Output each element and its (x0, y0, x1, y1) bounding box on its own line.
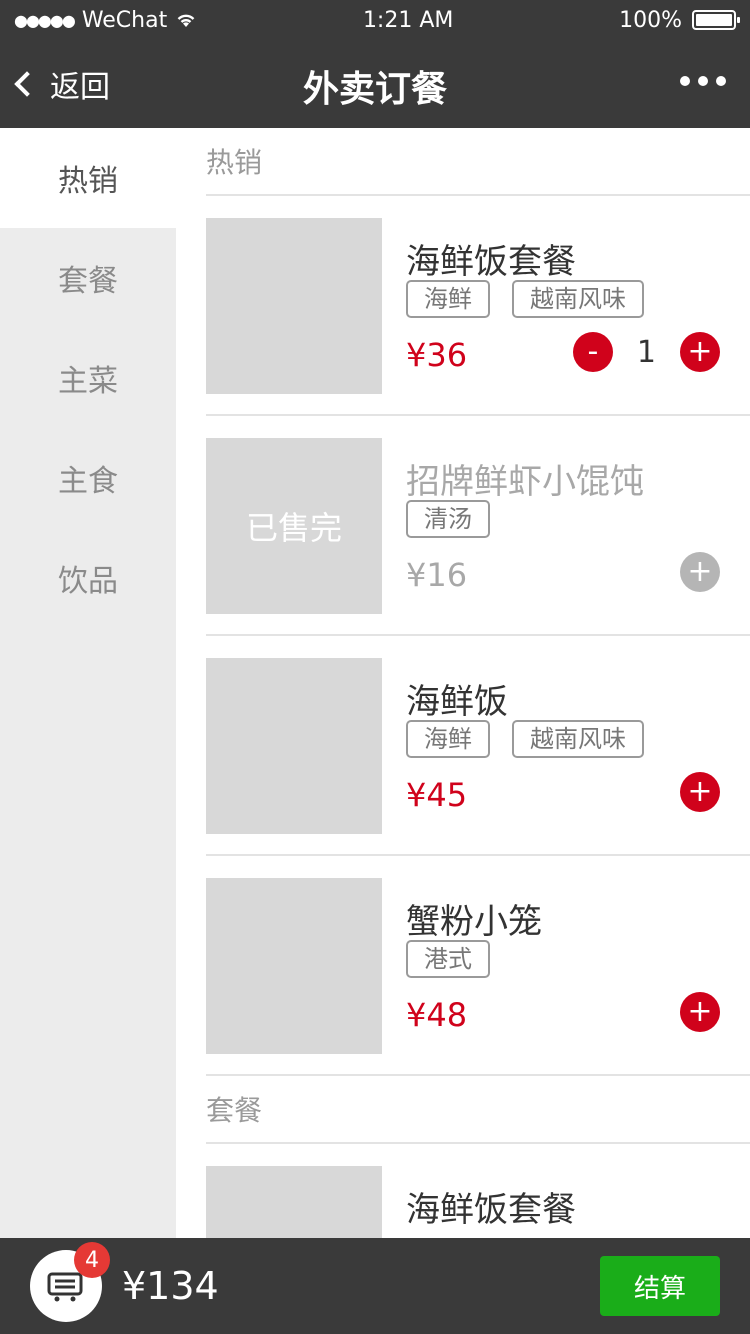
increase-button[interactable]: + (680, 992, 720, 1032)
product-name: 招牌鲜虾小馄饨 (406, 462, 644, 502)
product-price: ¥45 (406, 776, 468, 814)
section-title: 套餐 (206, 1076, 750, 1144)
quantity-value: 1 (636, 334, 656, 370)
sold-out-label: 已售完 (245, 509, 342, 547)
cart-count-badge: 4 (74, 1242, 110, 1278)
category-item-drinks[interactable]: 饮品 (0, 528, 176, 628)
product-tag: 越南风味 (512, 720, 644, 758)
product-tag: 港式 (406, 940, 490, 978)
cart-bar: 4 ¥134 结算 (0, 1238, 750, 1334)
category-sidebar: 热销 套餐 主菜 主食 饮品 (0, 128, 176, 1238)
carrier-label: WeChat (81, 7, 168, 33)
category-item-hot[interactable]: 热销 (0, 128, 176, 228)
checkout-button[interactable]: 结算 (600, 1256, 720, 1316)
clock: 1:21 AM (362, 7, 454, 33)
category-item-combo[interactable]: 套餐 (0, 228, 176, 328)
product-item[interactable]: 海鲜饭套餐 (206, 1144, 750, 1238)
more-dot-icon (716, 76, 726, 86)
page-title: 外卖订餐 (302, 69, 447, 110)
status-bar: ●●●●● WeChat 1:21 AM 100% (0, 0, 750, 40)
product-price: ¥16 (406, 556, 468, 594)
product-name: 蟹粉小笼 (406, 902, 542, 942)
more-dot-icon (680, 76, 690, 86)
product-price: ¥36 (406, 336, 468, 374)
status-right: 100% (619, 7, 740, 33)
product-tag: 海鲜 (406, 720, 490, 758)
wifi-icon (177, 14, 195, 27)
product-image (206, 658, 382, 834)
section-title: 热销 (206, 128, 750, 196)
more-button[interactable] (680, 76, 726, 86)
product-tag: 清汤 (406, 500, 490, 538)
quantity-stepper: + (680, 772, 720, 812)
product-list: 热销 海鲜饭套餐 海鲜 越南风味 ¥36 - 1 + 已售完 招牌鲜虾小馄饨 清… (176, 128, 750, 1238)
more-dot-icon (698, 76, 708, 86)
product-image (206, 218, 382, 394)
increase-button[interactable]: + (680, 332, 720, 372)
increase-button[interactable]: + (680, 772, 720, 812)
product-item[interactable]: 海鲜饭 海鲜 越南风味 ¥45 + (206, 636, 750, 856)
battery-icon (691, 10, 740, 30)
product-item[interactable]: 海鲜饭套餐 海鲜 越南风味 ¥36 - 1 + (206, 196, 750, 416)
product-tag: 越南风味 (512, 280, 644, 318)
category-item-main-dish[interactable]: 主菜 (0, 328, 176, 428)
product-tags: 港式 (406, 940, 490, 978)
quantity-stepper: + (680, 992, 720, 1032)
product-tags: 海鲜 越南风味 (406, 720, 644, 758)
product-image (206, 878, 382, 1054)
signal-icon: ●●●●● (14, 10, 76, 30)
section-header: 套餐 (176, 1076, 750, 1144)
product-item-sold-out[interactable]: 已售完 招牌鲜虾小馄饨 清汤 ¥16 + (206, 416, 750, 636)
product-item[interactable]: 蟹粉小笼 港式 ¥48 + (206, 856, 750, 1076)
product-image (206, 1166, 382, 1238)
product-name: 海鲜饭套餐 (406, 242, 576, 282)
nav-bar: 返回 外卖订餐 (0, 40, 750, 128)
battery-percent: 100% (619, 7, 682, 33)
status-left: ●●●●● WeChat (14, 8, 197, 33)
product-tags: 清汤 (406, 500, 490, 538)
product-tags: 海鲜 越南风味 (406, 280, 644, 318)
quantity-stepper: - 1 + (572, 332, 720, 372)
product-name: 海鲜饭套餐 (406, 1190, 576, 1230)
section-header: 热销 (176, 128, 750, 196)
quantity-stepper: + (680, 552, 720, 592)
category-item-staple[interactable]: 主食 (0, 428, 176, 528)
product-image: 已售完 (206, 438, 382, 614)
product-tag: 海鲜 (406, 280, 490, 318)
cart-total: ¥134 (122, 1264, 219, 1308)
product-price: ¥48 (406, 996, 468, 1034)
product-name: 海鲜饭 (406, 682, 508, 722)
increase-button-disabled[interactable]: + (680, 552, 720, 592)
decrease-button[interactable]: - (572, 332, 613, 372)
